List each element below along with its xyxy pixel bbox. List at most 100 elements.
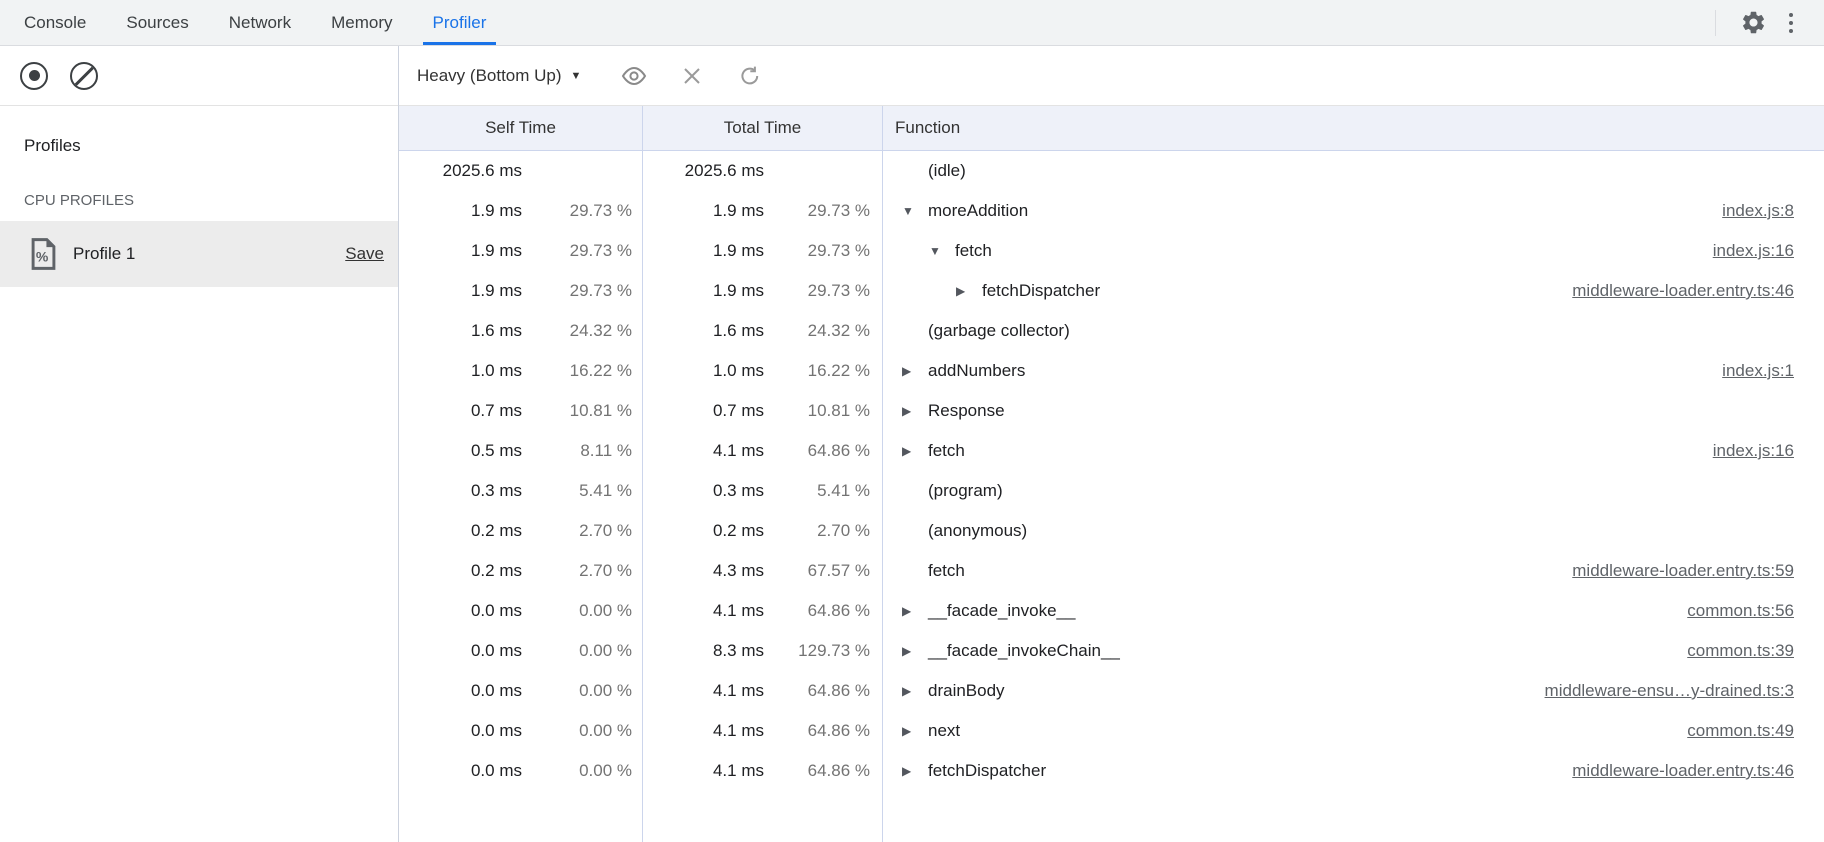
tab-memory[interactable]: Memory (321, 0, 402, 45)
total-time-cell: 1.9 ms 29.73 % (643, 271, 883, 311)
self-time-ms: 0.2 ms (408, 521, 522, 541)
expand-arrow-icon[interactable]: ▶ (902, 364, 928, 378)
function-cell: ▶ addNumbers index.js:1 (883, 351, 1824, 391)
total-time-percent: 5.41 % (764, 481, 870, 501)
settings-button[interactable] (1734, 4, 1772, 42)
chevron-down-icon: ▼ (571, 70, 582, 82)
expand-arrow-icon[interactable]: ▶ (902, 444, 928, 458)
expand-arrow-icon[interactable]: ▶ (902, 724, 928, 738)
table-row[interactable]: 0.7 ms 10.81 % 0.7 ms 10.81 % ▶ Response (399, 391, 1824, 431)
source-link[interactable]: index.js:1 (1702, 361, 1794, 381)
tab-sources[interactable]: Sources (116, 0, 198, 45)
self-time-ms: 1.9 ms (408, 241, 522, 261)
gear-icon (1740, 9, 1767, 36)
profile-list-item[interactable]: % Profile 1 Save (0, 221, 398, 287)
expand-arrow-icon[interactable]: ▶ (902, 404, 928, 418)
table-row[interactable]: 1.9 ms 29.73 % 1.9 ms 29.73 % ▶ fetchDis… (399, 271, 1824, 311)
total-time-percent: 64.86 % (764, 761, 870, 781)
tab-network[interactable]: Network (219, 0, 301, 45)
table-row[interactable]: 2025.6 ms 2025.6 ms (idle) (399, 151, 1824, 191)
tab-list: Console Sources Network Memory Profiler (0, 0, 516, 45)
table-row[interactable]: 1.6 ms 24.32 % 1.6 ms 24.32 % (garbage c… (399, 311, 1824, 351)
self-time-cell: 0.0 ms 0.00 % (399, 671, 643, 711)
self-time-ms: 0.0 ms (408, 761, 522, 781)
source-link[interactable]: index.js:16 (1693, 441, 1794, 461)
clear-profiles-button[interactable] (70, 62, 98, 90)
tab-console[interactable]: Console (14, 0, 96, 45)
source-link[interactable]: index.js:8 (1702, 201, 1794, 221)
column-header-total-time[interactable]: Total Time (643, 106, 883, 150)
record-button[interactable] (20, 62, 48, 90)
tab-profiler[interactable]: Profiler (423, 0, 497, 45)
view-mode-label: Heavy (Bottom Up) (417, 66, 562, 86)
column-header-self-time[interactable]: Self Time (399, 106, 643, 150)
self-time-percent: 0.00 % (522, 681, 632, 701)
table-row[interactable]: 0.0 ms 0.00 % 8.3 ms 129.73 % ▶ __facade… (399, 631, 1824, 671)
table-row[interactable]: 0.0 ms 0.00 % 4.1 ms 64.86 % ▶ drainBody… (399, 671, 1824, 711)
source-link[interactable]: middleware-ensu…y-drained.ts:3 (1525, 681, 1794, 701)
total-time-ms: 4.1 ms (650, 761, 764, 781)
table-row[interactable]: 0.2 ms 2.70 % 0.2 ms 2.70 % (anonymous) (399, 511, 1824, 551)
self-time-cell: 0.0 ms 0.00 % (399, 631, 643, 671)
table-row[interactable]: 1.9 ms 29.73 % 1.9 ms 29.73 % ▼ fetch in… (399, 231, 1824, 271)
self-time-percent: 0.00 % (522, 721, 632, 741)
source-link[interactable]: common.ts:49 (1667, 721, 1794, 741)
table-row[interactable]: 0.0 ms 0.00 % 4.1 ms 64.86 % ▶ next comm… (399, 711, 1824, 751)
profiler-main-panel: Heavy (Bottom Up) ▼ (399, 46, 1824, 842)
function-name: fetch (955, 241, 992, 261)
exclude-selected-button[interactable] (673, 57, 711, 95)
function-name: next (928, 721, 960, 741)
self-time-ms: 0.0 ms (408, 601, 522, 621)
table-row[interactable]: 1.0 ms 16.22 % 1.0 ms 16.22 % ▶ addNumbe… (399, 351, 1824, 391)
source-link[interactable]: middleware-loader.entry.ts:59 (1552, 561, 1794, 581)
close-icon (682, 66, 702, 86)
total-time-percent: 64.86 % (764, 601, 870, 621)
self-time-percent: 8.11 % (522, 441, 632, 461)
self-time-percent: 2.70 % (522, 521, 632, 541)
expand-arrow-icon[interactable]: ▶ (956, 284, 982, 298)
self-time-cell: 0.2 ms 2.70 % (399, 551, 643, 591)
kebab-menu-icon (1789, 13, 1793, 33)
expand-arrow-icon[interactable]: ▶ (902, 644, 928, 658)
table-row[interactable]: 0.2 ms 2.70 % 4.3 ms 67.57 % fetch middl… (399, 551, 1824, 591)
total-time-percent: 64.86 % (764, 681, 870, 701)
source-link[interactable]: common.ts:56 (1667, 601, 1794, 621)
source-link[interactable]: common.ts:39 (1667, 641, 1794, 661)
source-link[interactable]: index.js:16 (1693, 241, 1794, 261)
total-time-percent: 64.86 % (764, 721, 870, 741)
table-row[interactable]: 1.9 ms 29.73 % 1.9 ms 29.73 % ▼ moreAddi… (399, 191, 1824, 231)
table-row[interactable]: 0.3 ms 5.41 % 0.3 ms 5.41 % (program) (399, 471, 1824, 511)
more-options-button[interactable] (1772, 4, 1810, 42)
column-header-function[interactable]: Function (883, 106, 1824, 150)
total-time-cell: 2025.6 ms (643, 151, 883, 191)
table-row[interactable]: 0.0 ms 0.00 % 4.1 ms 64.86 % ▶ fetchDisp… (399, 751, 1824, 791)
focus-selected-button[interactable] (615, 57, 653, 95)
source-link[interactable]: middleware-loader.entry.ts:46 (1552, 281, 1794, 301)
expand-arrow-icon[interactable]: ▶ (902, 764, 928, 778)
self-time-percent: 2.70 % (522, 561, 632, 581)
self-time-percent: 0.00 % (522, 641, 632, 661)
self-time-ms: 0.7 ms (408, 401, 522, 421)
self-time-ms: 0.0 ms (408, 721, 522, 741)
function-cell: ▶ __facade_invokeChain__ common.ts:39 (883, 631, 1824, 671)
self-time-percent: 16.22 % (522, 361, 632, 381)
total-time-percent: 10.81 % (764, 401, 870, 421)
source-link[interactable]: middleware-loader.entry.ts:46 (1552, 761, 1794, 781)
devtools-tabbar: Console Sources Network Memory Profiler (0, 0, 1824, 46)
profile-name: Profile 1 (73, 244, 135, 264)
expand-arrow-icon[interactable]: ▶ (902, 684, 928, 698)
total-time-ms: 1.9 ms (650, 201, 764, 221)
self-time-percent: 5.41 % (522, 481, 632, 501)
expand-arrow-icon[interactable]: ▶ (902, 604, 928, 618)
self-time-ms: 2025.6 ms (408, 161, 522, 181)
save-profile-link[interactable]: Save (345, 244, 384, 264)
restore-all-button[interactable] (731, 57, 769, 95)
self-time-ms: 1.9 ms (408, 201, 522, 221)
function-cell: (garbage collector) (883, 311, 1824, 351)
table-row[interactable]: 0.5 ms 8.11 % 4.1 ms 64.86 % ▶ fetch ind… (399, 431, 1824, 471)
function-cell: (anonymous) (883, 511, 1824, 551)
expand-arrow-icon[interactable]: ▼ (929, 244, 955, 258)
expand-arrow-icon[interactable]: ▼ (902, 204, 928, 218)
view-mode-select[interactable]: Heavy (Bottom Up) ▼ (417, 66, 581, 86)
table-row[interactable]: 0.0 ms 0.00 % 4.1 ms 64.86 % ▶ __facade_… (399, 591, 1824, 631)
